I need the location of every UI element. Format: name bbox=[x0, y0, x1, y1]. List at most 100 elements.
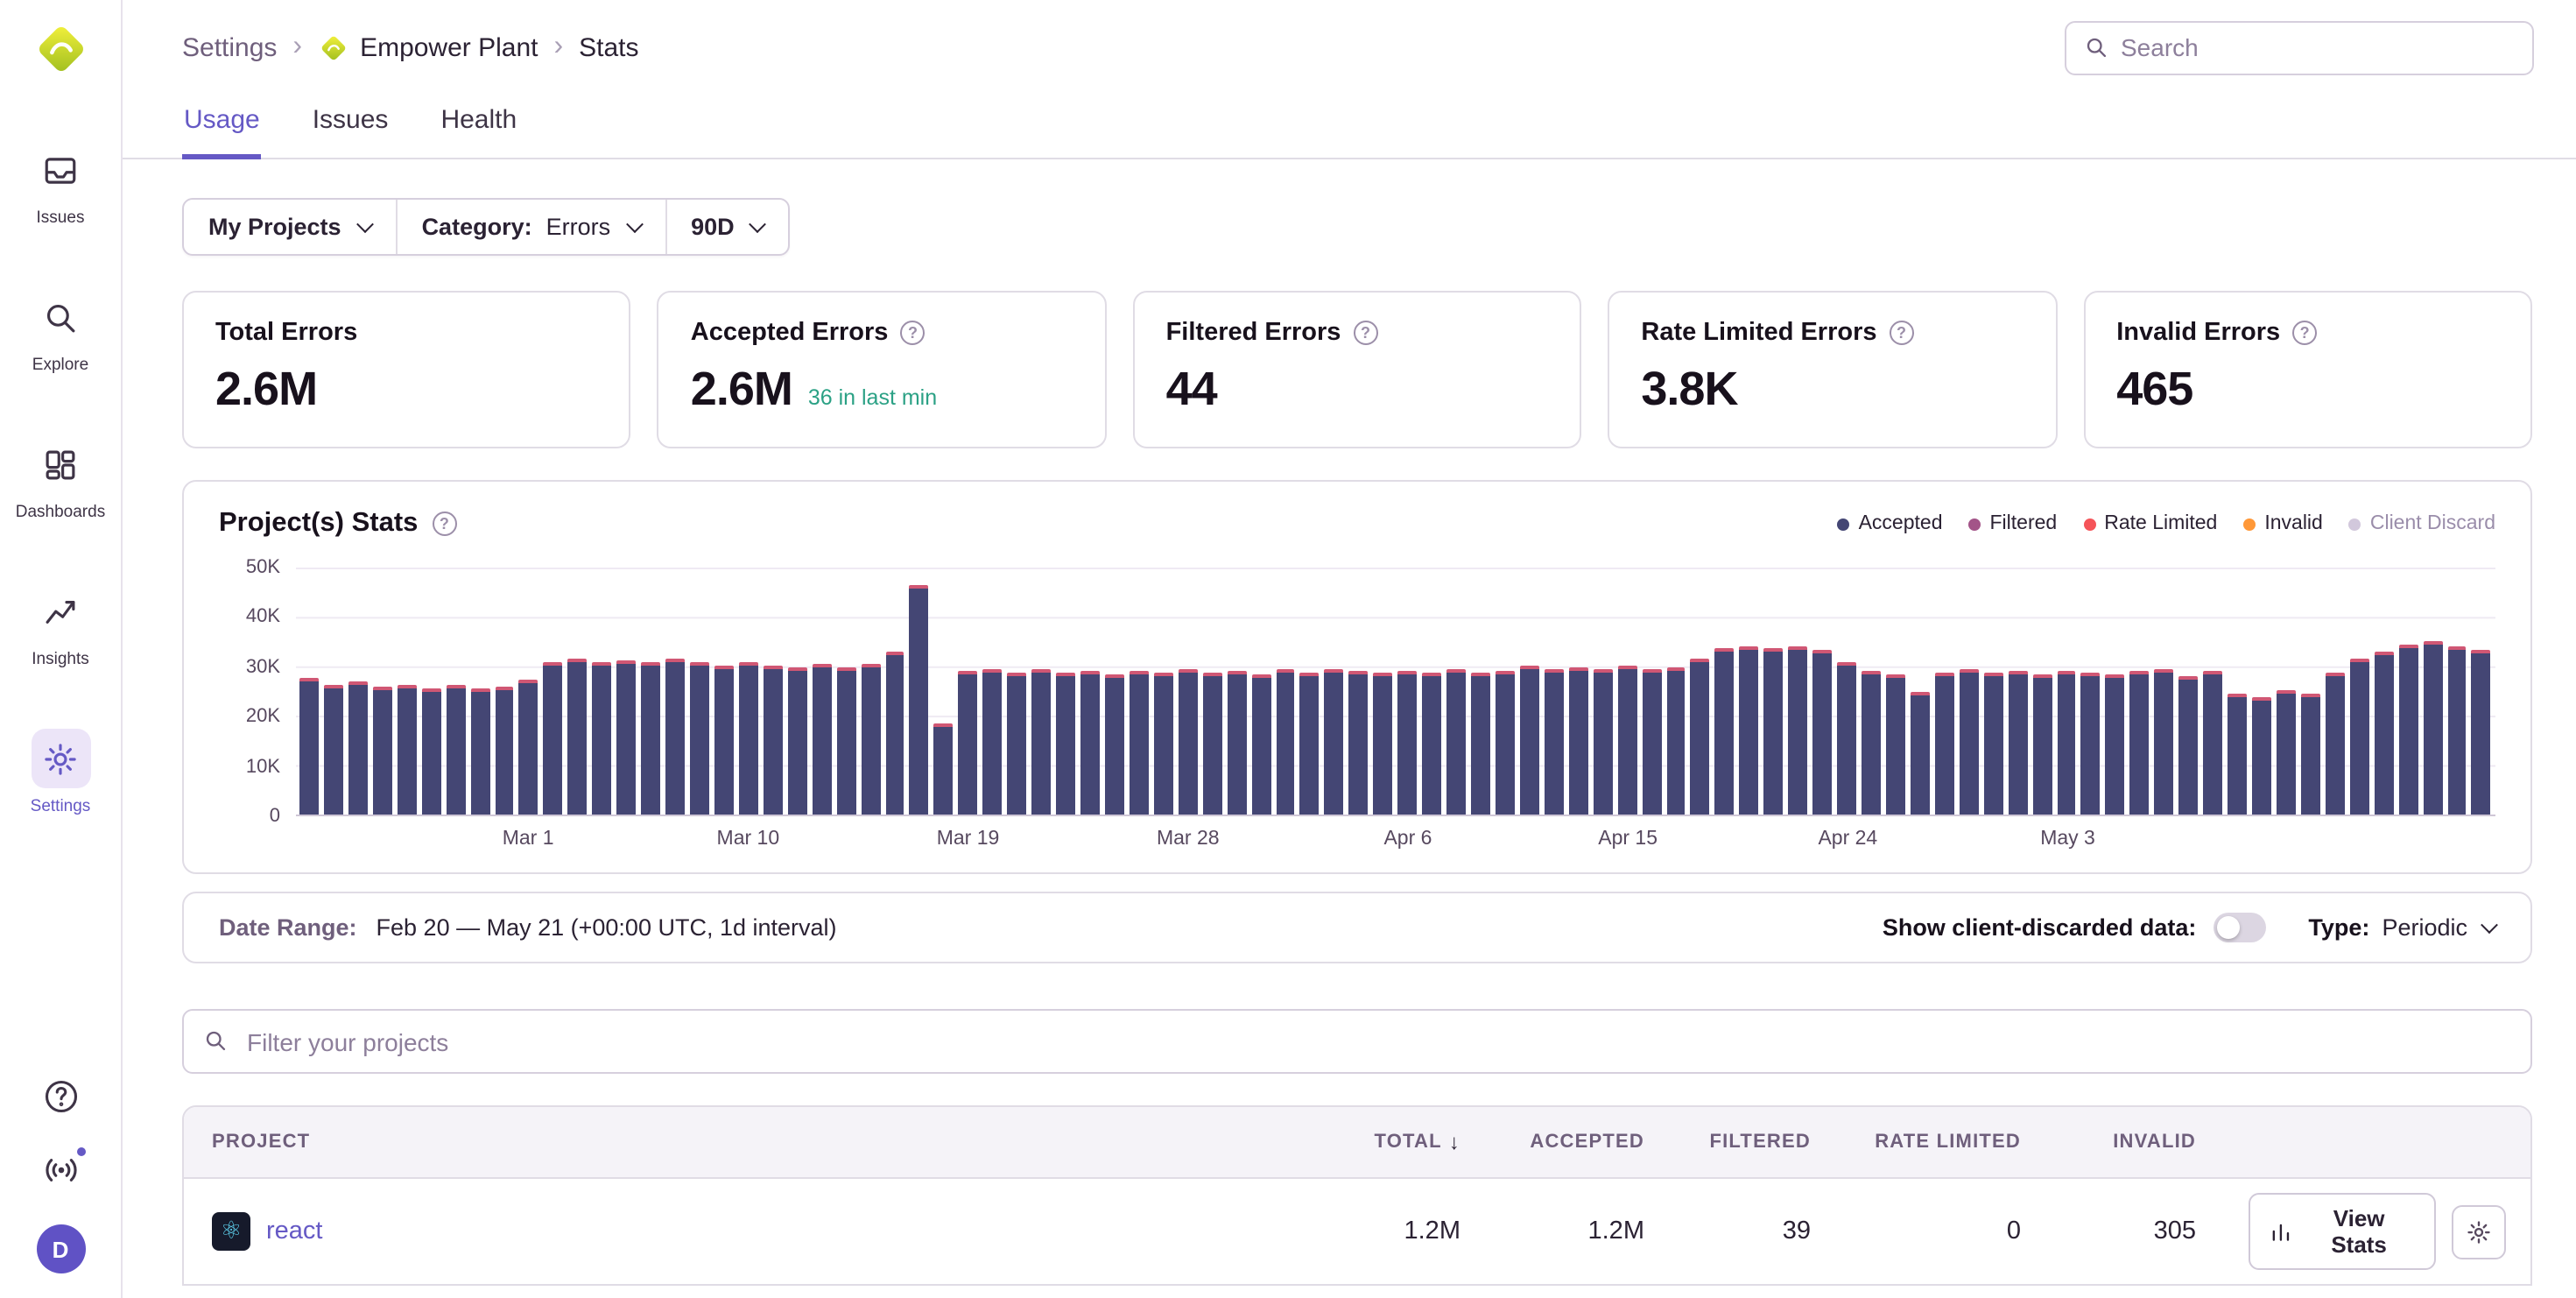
chart-bar[interactable] bbox=[1154, 673, 1173, 815]
chart-bar[interactable] bbox=[2277, 690, 2296, 815]
client-discard-toggle[interactable] bbox=[2214, 913, 2266, 942]
chart-bar[interactable] bbox=[764, 666, 783, 815]
sidebar-item-issues[interactable]: Issues bbox=[0, 140, 121, 228]
column-total[interactable]: TOTAL bbox=[1305, 1107, 1489, 1177]
chart-bar[interactable] bbox=[1179, 670, 1198, 815]
chart-bar[interactable] bbox=[2301, 695, 2320, 815]
user-avatar[interactable]: D bbox=[36, 1224, 85, 1273]
chart-bar[interactable] bbox=[2350, 659, 2369, 815]
chart-bar[interactable] bbox=[299, 679, 319, 815]
column-rate-limited[interactable]: RATE LIMITED bbox=[1839, 1109, 2049, 1175]
legend-invalid[interactable]: Invalid bbox=[2243, 513, 2323, 534]
chart-bar[interactable] bbox=[2057, 670, 2076, 815]
chart-bar[interactable] bbox=[2130, 671, 2150, 815]
column-project[interactable]: PROJECT bbox=[184, 1109, 1305, 1175]
chart-bar[interactable] bbox=[421, 688, 440, 815]
chart-bar[interactable] bbox=[1935, 672, 1954, 815]
column-invalid[interactable]: INVALID bbox=[2049, 1109, 2224, 1175]
chart-bar[interactable] bbox=[1251, 674, 1270, 815]
chart-bar[interactable] bbox=[1374, 674, 1393, 815]
chart-bar[interactable] bbox=[348, 681, 368, 815]
projects-filter-dropdown[interactable]: My Projects bbox=[184, 200, 396, 254]
chart-bar[interactable] bbox=[1446, 669, 1466, 815]
legend-client-discard[interactable]: Client Discard bbox=[2349, 513, 2495, 534]
chart-bar[interactable] bbox=[1130, 671, 1149, 815]
chart-bar[interactable] bbox=[1545, 669, 1564, 815]
chart-bar[interactable] bbox=[861, 664, 880, 815]
chart-bar[interactable] bbox=[2326, 674, 2345, 815]
chart-bar[interactable] bbox=[1325, 668, 1344, 815]
column-filtered[interactable]: FILTERED bbox=[1672, 1109, 1839, 1175]
chart-bar[interactable] bbox=[1520, 667, 1539, 815]
help-circle-icon[interactable] bbox=[900, 321, 925, 345]
help-circle-icon[interactable] bbox=[432, 511, 456, 536]
chart-bar[interactable] bbox=[1740, 645, 1759, 815]
chart-bar[interactable] bbox=[1496, 671, 1515, 815]
chart-bar[interactable] bbox=[495, 686, 514, 815]
period-filter-dropdown[interactable]: 90D bbox=[665, 200, 789, 254]
sidebar-item-insights[interactable]: Insights bbox=[0, 582, 121, 669]
help-circle-icon[interactable] bbox=[1353, 321, 1377, 345]
category-filter-dropdown[interactable]: Category: Errors bbox=[396, 200, 665, 254]
tab-usage[interactable]: Usage bbox=[182, 95, 262, 159]
chart-bar[interactable] bbox=[2008, 671, 2027, 815]
chart-bar[interactable] bbox=[812, 665, 831, 815]
chart-bar[interactable] bbox=[2472, 650, 2491, 815]
tab-issues[interactable]: Issues bbox=[311, 95, 391, 159]
chart-bar[interactable] bbox=[1593, 670, 1612, 815]
sidebar-item-explore[interactable]: Explore bbox=[0, 287, 121, 375]
chart-bar[interactable] bbox=[1666, 667, 1686, 815]
org-logo-icon[interactable] bbox=[32, 21, 88, 77]
chart-bar[interactable] bbox=[1642, 669, 1661, 815]
sidebar-item-settings[interactable]: Settings bbox=[0, 729, 121, 816]
sidebar-item-dashboards[interactable]: Dashboards bbox=[0, 434, 121, 522]
column-accepted[interactable]: ACCEPTED bbox=[1489, 1109, 1672, 1175]
type-dropdown[interactable]: Type: Periodic bbox=[2308, 914, 2495, 941]
chart-bar[interactable] bbox=[1397, 670, 1417, 815]
help-circle-icon[interactable] bbox=[2292, 321, 2317, 345]
chart-bar[interactable] bbox=[2374, 652, 2393, 815]
chart-bar[interactable] bbox=[2106, 675, 2125, 815]
chart-bar[interactable] bbox=[1911, 691, 1930, 815]
legend-accepted[interactable]: Accepted bbox=[1838, 513, 1943, 534]
chart-bar[interactable] bbox=[1837, 661, 1856, 815]
chart-bar[interactable] bbox=[1031, 669, 1051, 815]
chart-bar[interactable] bbox=[2423, 642, 2442, 815]
global-search[interactable] bbox=[2065, 20, 2534, 74]
chart-bar[interactable] bbox=[544, 661, 563, 815]
chart-bar[interactable] bbox=[446, 686, 465, 815]
chart-bar[interactable] bbox=[2178, 676, 2198, 815]
chart-bar[interactable] bbox=[2081, 673, 2101, 815]
chart-bar[interactable] bbox=[739, 663, 758, 815]
broadcast-icon[interactable] bbox=[41, 1151, 80, 1189]
chart-bar[interactable] bbox=[616, 660, 636, 815]
chart-bar[interactable] bbox=[1960, 670, 1979, 815]
help-circle-icon[interactable] bbox=[1890, 321, 1914, 345]
chart-bar[interactable] bbox=[1276, 669, 1295, 815]
chart-bar[interactable] bbox=[836, 667, 855, 815]
project-link[interactable]: react bbox=[266, 1217, 323, 1245]
chart-bar[interactable] bbox=[959, 671, 978, 815]
chart-bar[interactable] bbox=[1617, 666, 1636, 815]
breadcrumb-org[interactable]: Empower Plant bbox=[318, 32, 538, 62]
chart-bar[interactable] bbox=[714, 665, 734, 815]
chart-bar[interactable] bbox=[470, 688, 489, 815]
chart-bar[interactable] bbox=[934, 723, 954, 815]
chart-bar[interactable] bbox=[1202, 674, 1221, 815]
chart-bar[interactable] bbox=[1105, 674, 1124, 815]
chart-bar[interactable] bbox=[2155, 669, 2174, 815]
chart-bar[interactable] bbox=[983, 668, 1003, 815]
chart-bar[interactable] bbox=[593, 662, 612, 815]
chart-bar[interactable] bbox=[1569, 667, 1588, 815]
chart-bar[interactable] bbox=[324, 684, 343, 815]
chart-bar[interactable] bbox=[2447, 646, 2467, 815]
row-settings-gear-icon[interactable] bbox=[2452, 1204, 2506, 1259]
search-input[interactable] bbox=[2121, 33, 2515, 61]
project-filter-input[interactable] bbox=[182, 1009, 2532, 1074]
chart-bar[interactable] bbox=[1007, 672, 1026, 815]
view-stats-button[interactable]: View Stats bbox=[2249, 1193, 2436, 1270]
chart-bar[interactable] bbox=[1471, 673, 1490, 815]
chart-bar[interactable] bbox=[1886, 674, 1905, 815]
chart-bar[interactable] bbox=[2203, 670, 2222, 815]
help-icon[interactable] bbox=[41, 1077, 80, 1116]
